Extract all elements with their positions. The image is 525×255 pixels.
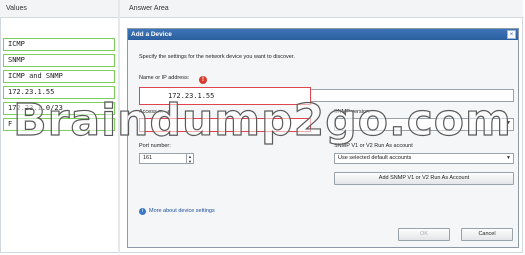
warning-icon: ! [199, 76, 207, 84]
access-mode-drop-target[interactable] [139, 118, 311, 132]
value-item-snmp[interactable]: SNMP [3, 54, 115, 67]
column-divider [118, 0, 120, 253]
snmp-version-select[interactable]: ▼ [334, 118, 514, 131]
value-item-subnet[interactable]: 172.23.1.0/23 [3, 102, 115, 115]
add-device-dialog: Add a Device × Specify the settings for … [127, 28, 519, 248]
access-mode-label: Access m ..e [139, 109, 171, 115]
value-item-icmp[interactable]: ICMP [3, 38, 115, 51]
chevron-down-icon: ▼ [506, 155, 511, 161]
ok-button[interactable]: OK [398, 228, 450, 241]
ip-answer-drop-target[interactable]: 172.23.1.55 [139, 87, 311, 105]
dialog-instructions: Specify the settings for the network dev… [139, 54, 295, 60]
value-item-partial[interactable]: F [3, 118, 115, 131]
port-value: 161 [143, 155, 153, 161]
answer-area-header: Answer Area [120, 0, 523, 18]
port-number-label: Port number: [139, 143, 171, 149]
ip-address-input[interactable] [311, 89, 514, 102]
snmp-version-label: SNMP version: [334, 109, 371, 115]
value-item-ip[interactable]: 172.23.1.55 [3, 86, 115, 99]
runas-account-label: SNMP V1 or V2 Run As account [334, 143, 413, 149]
port-number-input[interactable]: 161 ▲ ▼ [139, 153, 194, 164]
spinner-icon[interactable]: ▲ ▼ [186, 154, 193, 164]
add-runas-account-button[interactable]: Add SNMP V1 or V2 Run As Account [334, 172, 514, 185]
dialog-title: Add a Device [128, 29, 518, 40]
chevron-down-icon: ▼ [506, 120, 511, 126]
cancel-button[interactable]: Cancel [461, 228, 513, 241]
values-header: Values [0, 0, 118, 18]
ip-label: Name or IP address: [139, 75, 190, 81]
runas-account-select[interactable]: Use selected default accounts ▼ [334, 153, 514, 164]
runas-selected-value: Use selected default accounts [338, 155, 412, 161]
info-icon: i [139, 208, 146, 215]
close-icon[interactable]: × [507, 30, 516, 39]
more-about-device-settings-link[interactable]: More about device settings [149, 208, 215, 214]
value-item-icmp-and-snmp[interactable]: ICMP and SNMP [3, 70, 115, 83]
